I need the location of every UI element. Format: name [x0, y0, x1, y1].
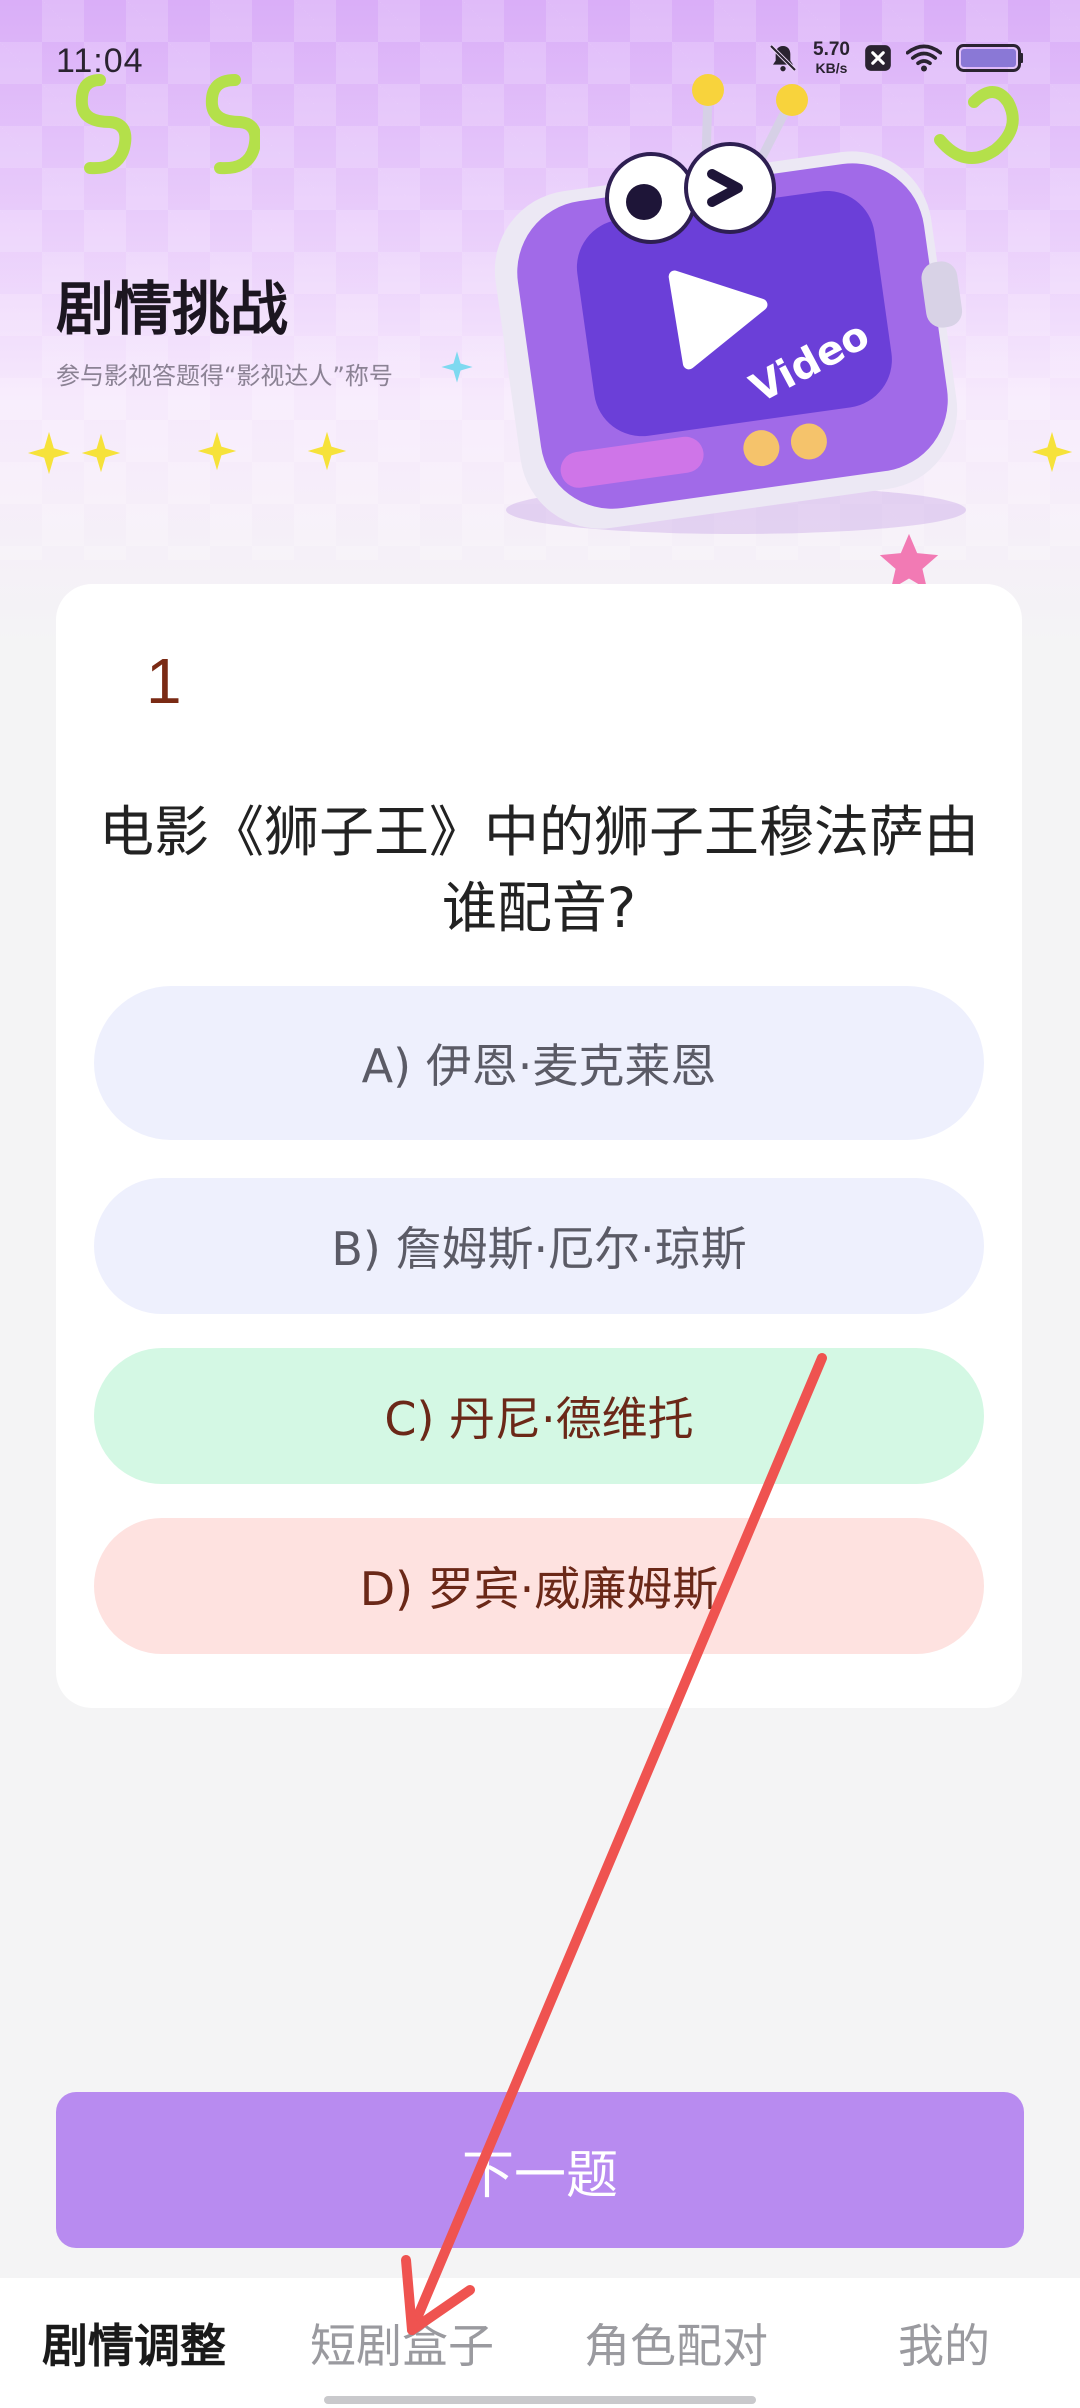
star-icon [27, 431, 71, 475]
wifi-icon [906, 44, 942, 71]
question-number: 1 [146, 645, 182, 717]
option-c-label: C) 丹尼·德维托 [384, 1392, 694, 1446]
screen: 11:04 5.70 KB/s 剧情挑战 参与影视答题得“影视达人”称号 Vid… [0, 0, 1080, 2408]
option-d-button[interactable]: D) 罗宾·威廉姆斯 [94, 1518, 984, 1654]
bottom-tab-bar: 剧情调整 短剧盒子 角色配对 我的 [0, 2278, 1080, 2408]
next-question-button[interactable]: 下一题 [56, 2092, 1024, 2248]
star-icon [1031, 431, 1073, 473]
page-subtitle: 参与影视答题得“影视达人”称号 [56, 362, 393, 390]
question-text: 电影《狮子王》中的狮子王穆法萨由谁配音? [98, 800, 979, 940]
tab-mine[interactable]: 我的 [898, 2310, 990, 2376]
option-a-label: A) 伊恩·麦克莱恩 [361, 1039, 717, 1093]
tab-role-match[interactable]: 角色配对 [584, 2310, 768, 2376]
close-box-icon [865, 44, 891, 71]
star-icon [81, 433, 121, 473]
bell-muted-icon [769, 44, 797, 71]
status-time: 11:04 [56, 42, 144, 80]
hero-banner: 11:04 5.70 KB/s 剧情挑战 参与影视答题得“影视达人”称号 Vid… [0, 0, 1080, 650]
star-icon [441, 351, 473, 383]
battery-icon [956, 43, 1023, 72]
option-b-label: B) 詹姆斯·厄尔·琼斯 [331, 1222, 747, 1276]
question-card: 1 电影《狮子王》中的狮子王穆法萨由谁配音? A) 伊恩·麦克莱恩 B) 詹姆斯… [56, 584, 1022, 1708]
option-d-label: D) 罗宾·威廉姆斯 [359, 1562, 719, 1616]
next-question-label: 下一题 [461, 2145, 618, 2206]
option-c-button[interactable]: C) 丹尼·德维托 [94, 1348, 984, 1484]
home-indicator[interactable] [324, 2396, 756, 2404]
tab-short-drama-box[interactable]: 短剧盒子 [310, 2310, 494, 2376]
tab-plot-adjust[interactable]: 剧情调整 [42, 2310, 226, 2376]
net-speed-value: 5.70 [813, 39, 850, 60]
tv-mascot-illustration: Video [494, 74, 966, 534]
option-a-button[interactable]: A) 伊恩·麦克莱恩 [94, 986, 984, 1140]
page-title: 剧情挑战 [56, 275, 289, 343]
star-icon [307, 431, 347, 471]
option-b-button[interactable]: B) 詹姆斯·厄尔·琼斯 [94, 1178, 984, 1314]
star-icon [197, 431, 237, 471]
